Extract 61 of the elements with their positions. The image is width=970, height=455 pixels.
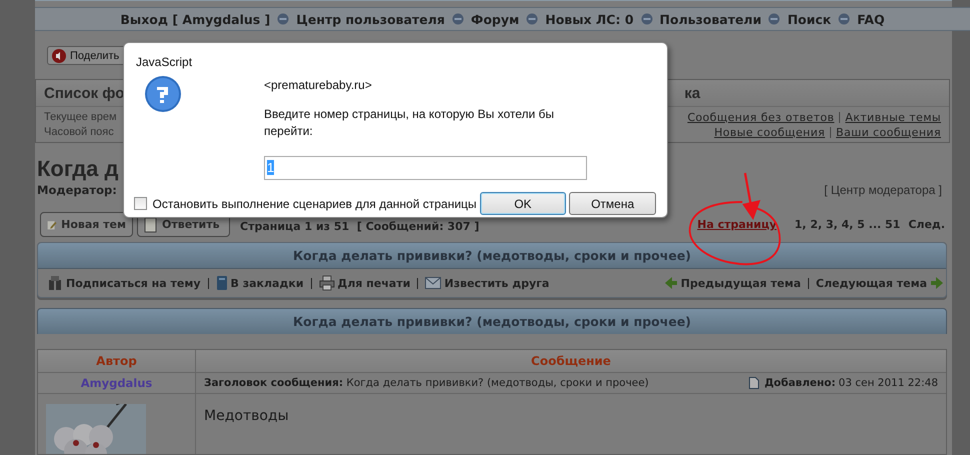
question-icon (144, 75, 182, 113)
speaker-icon (52, 48, 66, 62)
nav-link[interactable]: Центр пользователя (296, 12, 445, 26)
nav-dot-icon (526, 13, 538, 25)
column-header: Автор (38, 350, 196, 372)
info-text: Часовой пояс (44, 125, 115, 140)
dialog-button[interactable]: Отмена (569, 192, 656, 215)
document-icon (749, 377, 760, 389)
forum-link[interactable]: Сообщения без ответов (687, 110, 834, 125)
nav-link[interactable]: Выход [ Amygdalus ] (120, 12, 270, 26)
page-links[interactable]: 1, 2, 3, 4, 5 ... 51 (794, 218, 900, 231)
checkbox-label: Остановить выполнение сценариев для данной страницы (152, 196, 477, 210)
right-arrow-icon (930, 275, 944, 291)
topic-bar: Когда делать прививки? (медотводы, сроки и прочее) (38, 243, 946, 269)
nav-link[interactable]: Поиск (787, 12, 832, 26)
box-title: Список фо (44, 84, 124, 102)
dialog-message: Введите номер страницы, на которую Вы хотели бы перейти: (264, 106, 556, 140)
forum-link[interactable]: Активные темы (845, 110, 941, 125)
pagination-label-link[interactable]: На страницу (697, 218, 777, 231)
nav-dot-icon (640, 13, 653, 25)
printer-icon (318, 275, 335, 291)
forum-link[interactable]: Ваши сообщения (836, 125, 941, 140)
nav-link[interactable]: Пользователи (660, 12, 762, 26)
next-topic-link[interactable]: Следующая тема (816, 276, 927, 290)
checkbox[interactable] (134, 197, 147, 210)
left-arrow-icon (664, 275, 678, 291)
nav-dot-icon (838, 13, 850, 25)
topic-tool-link[interactable]: В закладки (230, 276, 304, 290)
info-text: Текущее врем (44, 110, 117, 125)
book-icon (216, 275, 228, 291)
topic-title: Когда д (37, 155, 118, 183)
topic-tool-link[interactable]: Подписаться на тему (66, 276, 200, 290)
post-button[interactable]: Новая тем (40, 212, 133, 237)
dialog-title: JavaScript (136, 55, 192, 69)
box-title: ка (684, 84, 700, 102)
topic-tool-link[interactable]: Известить друга (444, 276, 550, 290)
nav-dot-icon (277, 13, 290, 25)
nav-link[interactable]: Новых ЛС: 0 (545, 12, 634, 26)
column-header: Сообщение (196, 350, 946, 372)
page-number-field[interactable]: 1 (264, 156, 587, 180)
nav-dot-icon (452, 13, 464, 25)
dialog-button[interactable]: OK (480, 192, 566, 215)
post-date: 03 сен 2011 22:48 (838, 376, 938, 391)
post-text: Медотводы (204, 408, 289, 424)
topic-bar: Когда делать прививки? (медотводы, сроки и прочее) (37, 308, 947, 334)
forum-link[interactable]: Новые сообщения (714, 125, 826, 140)
moderator-label: Модератор: (37, 183, 117, 197)
previous-topic-link[interactable]: Предыдущая тема (680, 276, 801, 290)
topic-tool-link[interactable]: Для печати (338, 276, 410, 290)
envelope-icon (425, 277, 442, 289)
dialog-origin: <prematurebaby.ru> (264, 78, 373, 92)
post-subject: Заголовок сообщения: Когда делать прививки? (медотводы, сроки и прочее) (204, 376, 649, 391)
moderator-center-link[interactable]: [ Центр модератора ] (824, 183, 942, 197)
nav-link[interactable]: FAQ (857, 12, 885, 26)
nav-link[interactable]: Форум (470, 12, 520, 26)
page-info: Страница 1 из 51 [ Сообщений: 307 ] (240, 218, 480, 232)
next-page-link[interactable]: След. (908, 218, 945, 231)
nav-dot-icon (768, 13, 780, 25)
added-label: Добавлено: (764, 376, 836, 391)
document-icon (144, 216, 158, 232)
binoculars-icon (48, 275, 63, 291)
